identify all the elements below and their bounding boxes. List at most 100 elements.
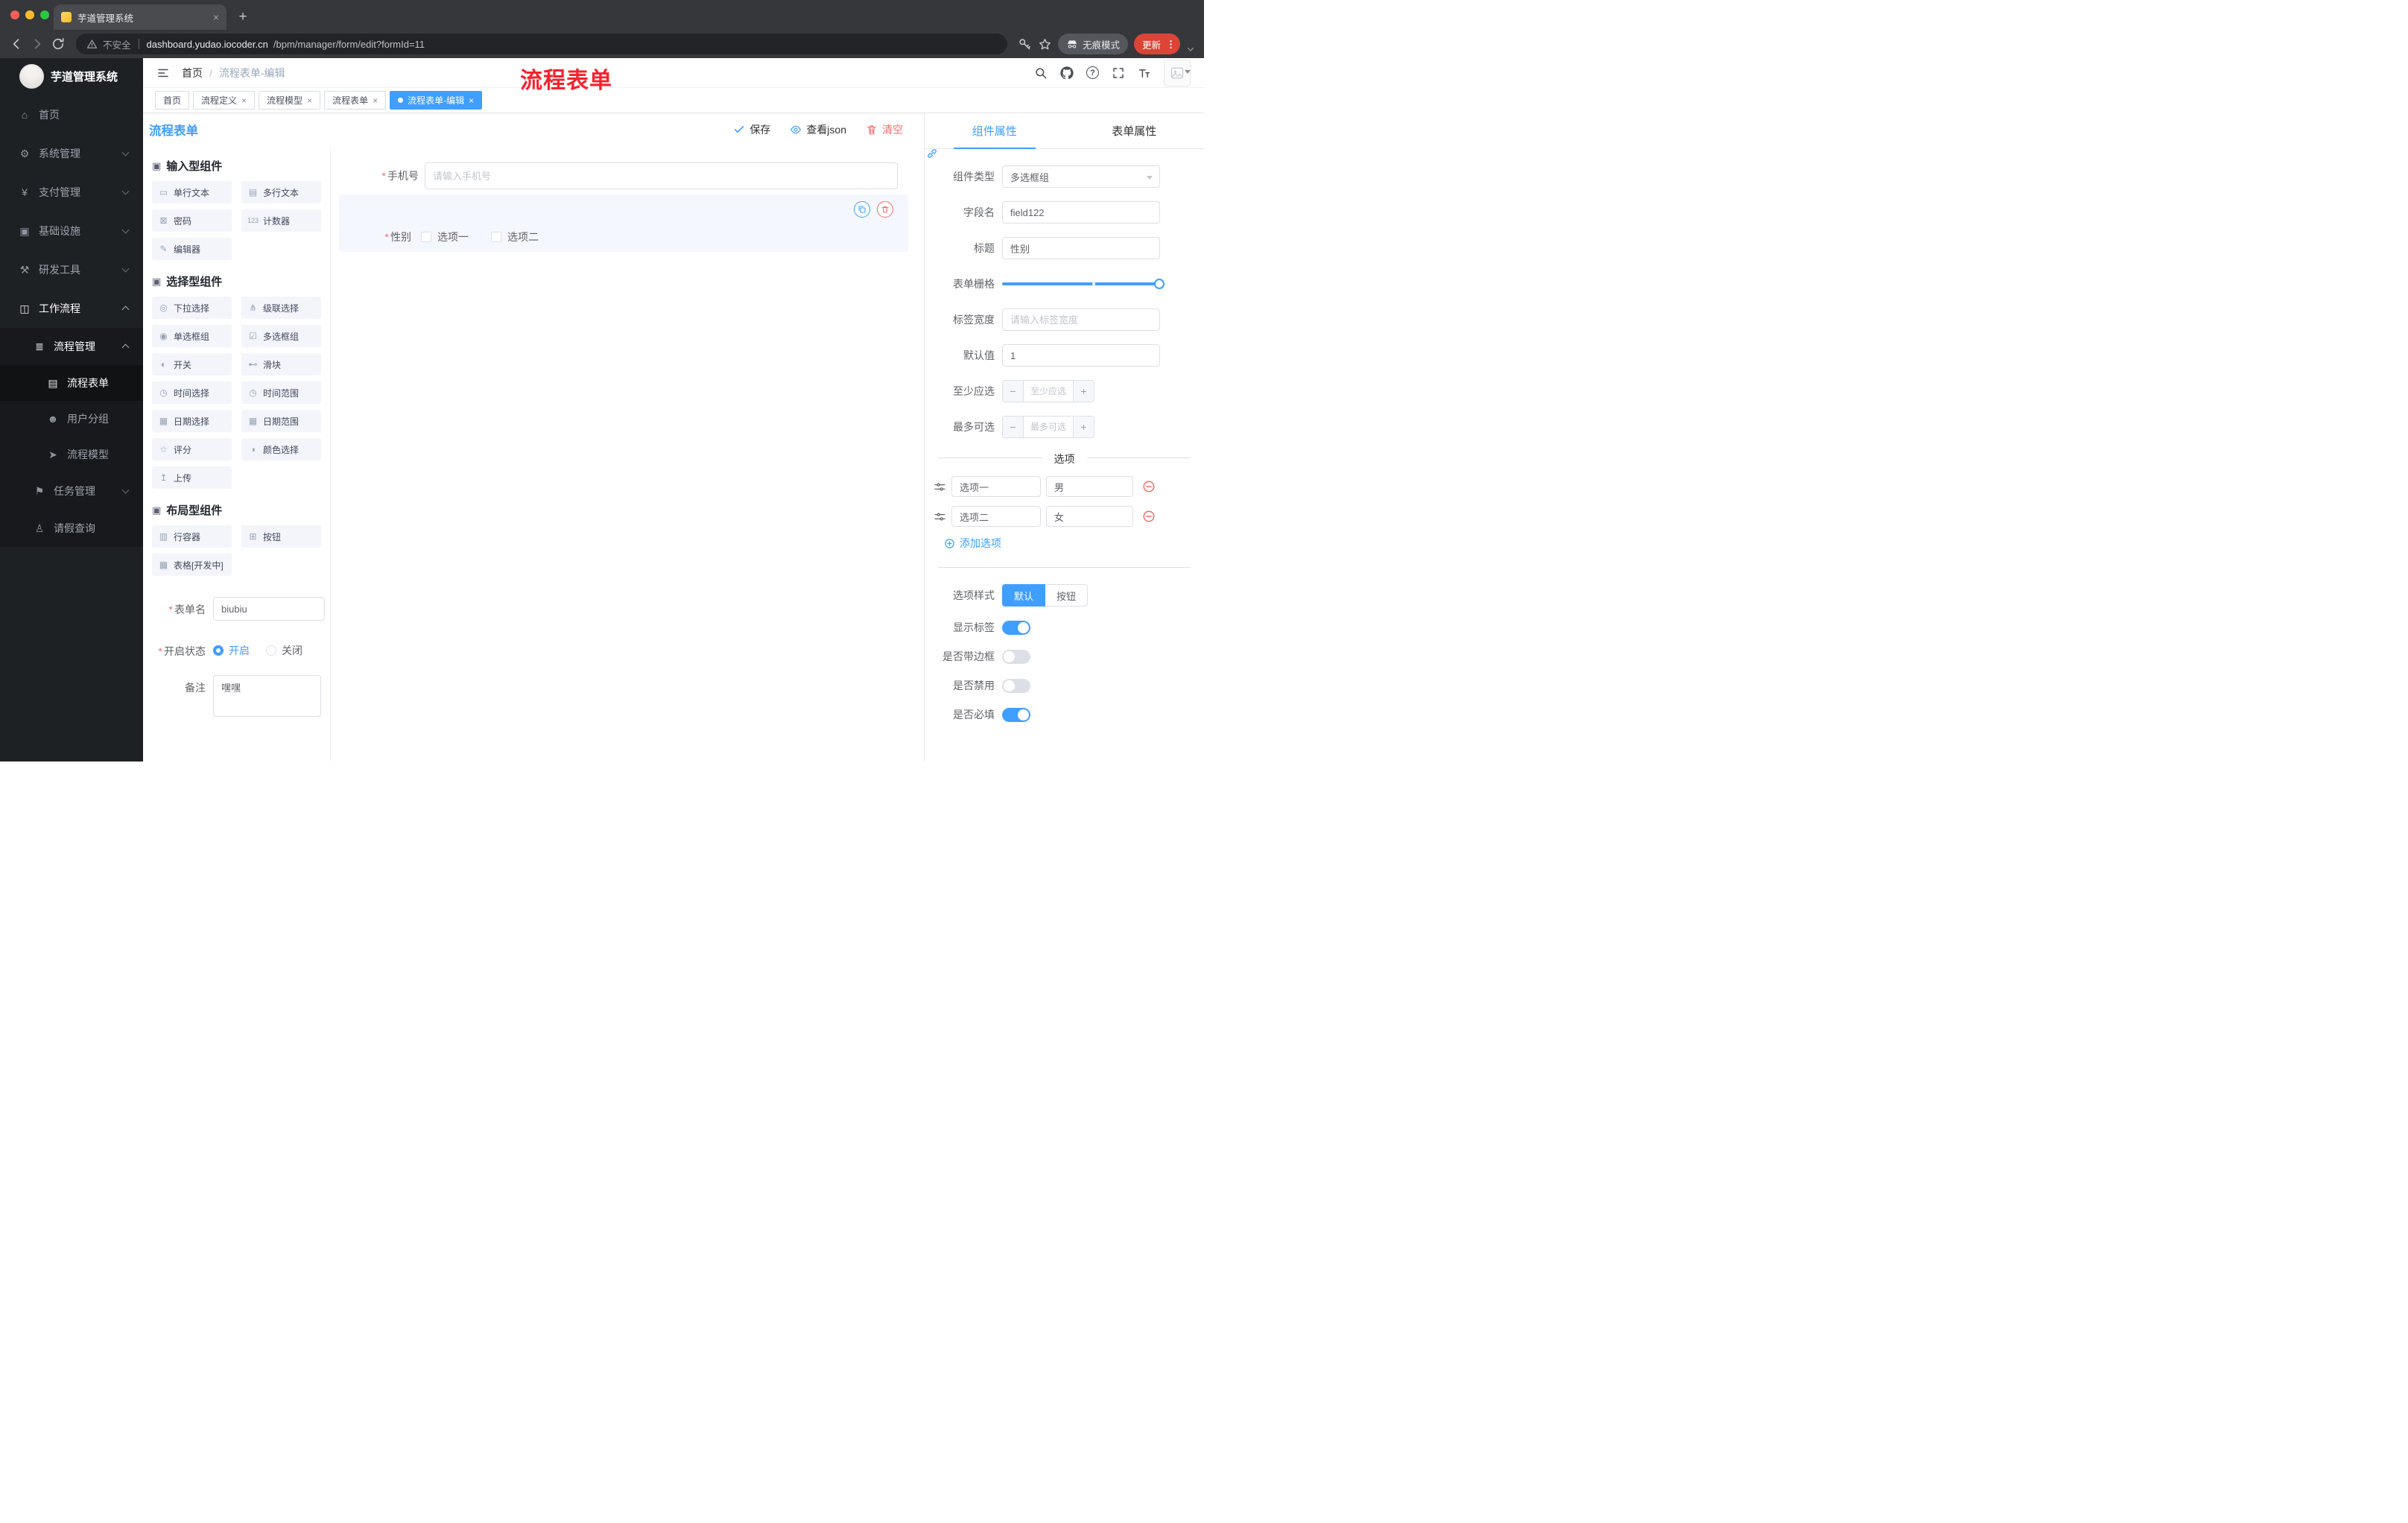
checkbox-option-1[interactable]: 选项一 (421, 229, 469, 244)
fullscreen-icon[interactable] (1112, 66, 1125, 80)
disabled-toggle[interactable] (1002, 678, 1030, 693)
remove-option-icon[interactable] (1142, 480, 1156, 493)
link-icon[interactable] (926, 148, 938, 159)
palette-item-radio-group[interactable]: ◉ 单选框组 (152, 325, 232, 347)
tag-process-form[interactable]: 流程表单 × (324, 91, 387, 110)
help-icon[interactable]: ? (1086, 66, 1099, 79)
collapse-sidebar-icon[interactable] (156, 66, 170, 80)
radio-closed[interactable]: 关闭 (266, 643, 302, 658)
palette-item-counter[interactable]: 123 计数器 (241, 209, 321, 232)
style-default-button[interactable]: 默认 (1002, 584, 1046, 607)
address-bar[interactable]: 不安全 dashboard.yudao.iocoder.cn/bpm/manag… (76, 34, 1007, 54)
radio-open[interactable]: 开启 (213, 643, 250, 658)
sidebar-logo[interactable]: 芋道管理系统 (0, 58, 143, 91)
required-toggle[interactable] (1002, 707, 1030, 722)
remove-option-icon[interactable] (1142, 510, 1156, 523)
sidebar-item-user-group[interactable]: ☻ 用户分组 (0, 401, 143, 437)
canvas-field-phone[interactable]: * 手机号 (373, 162, 898, 189)
avatar-caret-icon[interactable] (1185, 69, 1191, 74)
back-icon[interactable] (9, 37, 24, 51)
palette-item-time-range[interactable]: ◷ 时间范围 (241, 381, 321, 404)
tab-close-icon[interactable]: × (213, 12, 219, 22)
new-tab-button[interactable]: + (232, 7, 253, 28)
sidebar-item-process-mgmt[interactable]: ≣ 流程管理 (0, 328, 143, 365)
title-input[interactable] (1002, 237, 1160, 259)
palette-item-button[interactable]: ⊞ 按钮 (241, 525, 321, 548)
checkbox-icon[interactable] (491, 231, 501, 242)
palette-item-time-picker[interactable]: ◷ 时间选择 (152, 381, 232, 404)
sidebar-item-payment[interactable]: ¥ 支付管理 (0, 173, 143, 212)
palette-item-table[interactable]: ▦ 表格[开发中] (152, 554, 232, 576)
password-key-icon[interactable] (1018, 37, 1032, 51)
delete-component-button[interactable] (877, 201, 893, 218)
minimize-window-button[interactable] (25, 10, 34, 19)
palette-item-checkbox-group[interactable]: ☑ 多选框组 (241, 325, 321, 347)
view-json-button[interactable]: 查看json (790, 122, 846, 137)
component-type-select[interactable]: 多选框组 (1002, 165, 1160, 188)
github-icon[interactable] (1060, 66, 1074, 80)
tag-process-model[interactable]: 流程模型 × (259, 91, 321, 110)
chevron-down-icon[interactable] (1186, 45, 1195, 54)
sidebar-item-task-mgmt[interactable]: ⚑ 任务管理 (0, 472, 143, 510)
reload-icon[interactable] (51, 37, 66, 51)
checkbox-option-2[interactable]: 选项二 (491, 229, 539, 244)
increase-button[interactable]: + (1073, 381, 1094, 402)
tag-close-icon[interactable]: × (469, 96, 474, 105)
palette-item-cascader[interactable]: ⋔ 级联选择 (241, 297, 321, 319)
palette-item-row-container[interactable]: ▥ 行容器 (152, 525, 232, 548)
sidebar-item-devtools[interactable]: ⚒ 研发工具 (0, 250, 143, 289)
slider-handle[interactable] (1154, 279, 1165, 289)
max-select-input[interactable] (1024, 417, 1073, 437)
sidebar-item-workflow[interactable]: ◫ 工作流程 (0, 289, 143, 328)
not-secure-warning-icon[interactable] (86, 39, 98, 50)
sidebar-item-infra[interactable]: ▣ 基础设施 (0, 212, 143, 250)
palette-item-date-range[interactable]: ▦ 日期范围 (241, 410, 321, 432)
palette-item-switch[interactable]: ◐ 开关 (152, 353, 232, 376)
tag-close-icon[interactable]: × (307, 96, 312, 105)
option-value-input[interactable] (1046, 506, 1133, 527)
slider-track[interactable] (1002, 282, 1160, 285)
close-window-button[interactable] (10, 10, 19, 19)
security-label[interactable]: 不安全 (103, 37, 131, 51)
clear-button[interactable]: 清空 (866, 122, 903, 137)
default-value-input[interactable] (1002, 344, 1160, 367)
min-select-input[interactable] (1024, 381, 1073, 402)
palette-item-color-picker[interactable]: ◑ 颜色选择 (241, 438, 321, 460)
tab-form-props[interactable]: 表单属性 (1065, 113, 1205, 148)
drag-handle-icon[interactable] (934, 481, 946, 493)
palette-item-rate[interactable]: ☆ 评分 (152, 438, 232, 460)
sidebar-item-home[interactable]: ⌂ 首页 (0, 95, 143, 134)
tab-component-props[interactable]: 组件属性 (925, 113, 1065, 148)
tag-process-form-edit[interactable]: 流程表单-编辑 × (390, 91, 483, 110)
drag-handle-icon[interactable] (934, 510, 946, 523)
browser-tab[interactable]: 芋道管理系统 × (54, 4, 226, 30)
label-width-input[interactable] (1002, 308, 1160, 331)
sidebar-item-process-form[interactable]: ▤ 流程表单 (0, 365, 143, 401)
increase-button[interactable]: + (1073, 417, 1094, 437)
save-button[interactable]: 保存 (733, 122, 770, 137)
palette-item-slider[interactable]: ⊷ 滑块 (241, 353, 321, 376)
tag-process-definition[interactable]: 流程定义 × (193, 91, 256, 110)
palette-item-multi-line-text[interactable]: ▤ 多行文本 (241, 181, 321, 203)
decrease-button[interactable]: − (1003, 381, 1024, 402)
sidebar-item-process-model[interactable]: ➤ 流程模型 (0, 437, 143, 472)
decrease-button[interactable]: − (1003, 417, 1024, 437)
palette-item-dropdown[interactable]: ◎ 下拉选择 (152, 297, 232, 319)
option-label-input[interactable] (951, 506, 1041, 527)
checkbox-icon[interactable] (421, 231, 431, 242)
canvas-field-gender-selected[interactable]: * 性别 选项一 选项二 (339, 194, 908, 252)
forward-icon[interactable] (30, 37, 45, 51)
palette-item-editor[interactable]: ✎ 编辑器 (152, 238, 232, 260)
style-button-button[interactable]: 按钮 (1045, 584, 1089, 607)
browser-menu-icon[interactable] (1165, 39, 1176, 50)
tag-close-icon[interactable]: × (373, 96, 378, 105)
palette-item-single-line-text[interactable]: ▭ 单行文本 (152, 181, 232, 203)
palette-item-date-picker[interactable]: ▦ 日期选择 (152, 410, 232, 432)
tag-close-icon[interactable]: × (241, 96, 247, 105)
form-remark-textarea[interactable] (213, 675, 321, 717)
add-option-button[interactable]: 添加选项 (925, 536, 1204, 551)
palette-item-password[interactable]: ⊠ 密码 (152, 209, 232, 232)
font-size-icon[interactable] (1138, 66, 1151, 80)
form-grid-slider[interactable] (1002, 273, 1165, 295)
phone-input[interactable] (425, 162, 898, 189)
